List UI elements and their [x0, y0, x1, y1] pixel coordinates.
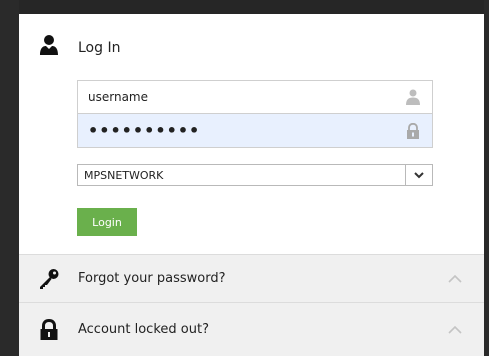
chevron-up-icon[interactable]: [448, 274, 462, 284]
lock-icon: [40, 318, 58, 340]
lock-icon: [407, 122, 419, 139]
password-field: [77, 114, 433, 148]
forgot-password-label: Forgot your password?: [78, 271, 226, 286]
forgot-password-row[interactable]: Forgot your password?: [19, 254, 484, 302]
chevron-down-icon: [414, 171, 424, 178]
background-right: [484, 0, 489, 356]
login-panel: Log In MPSNETWORK: [19, 14, 484, 356]
username-input[interactable]: [78, 81, 406, 113]
password-input[interactable]: [78, 114, 406, 147]
login-button[interactable]: Login: [77, 208, 137, 236]
page-title: Log In: [78, 40, 121, 56]
key-icon: [40, 268, 59, 289]
domain-select[interactable]: MPSNETWORK: [77, 164, 433, 186]
background-left: [0, 0, 19, 356]
user-icon: [40, 35, 58, 55]
user-icon: [406, 89, 420, 105]
chevron-up-icon[interactable]: [448, 325, 462, 335]
background-top: [0, 0, 489, 14]
account-locked-label: Account locked out?: [78, 322, 209, 337]
account-locked-row[interactable]: Account locked out?: [19, 302, 484, 356]
login-section: Log In MPSNETWORK: [19, 14, 484, 254]
domain-select-value: MPSNETWORK: [84, 168, 164, 182]
dropdown-toggle[interactable]: [405, 165, 432, 185]
username-field: [77, 80, 433, 114]
